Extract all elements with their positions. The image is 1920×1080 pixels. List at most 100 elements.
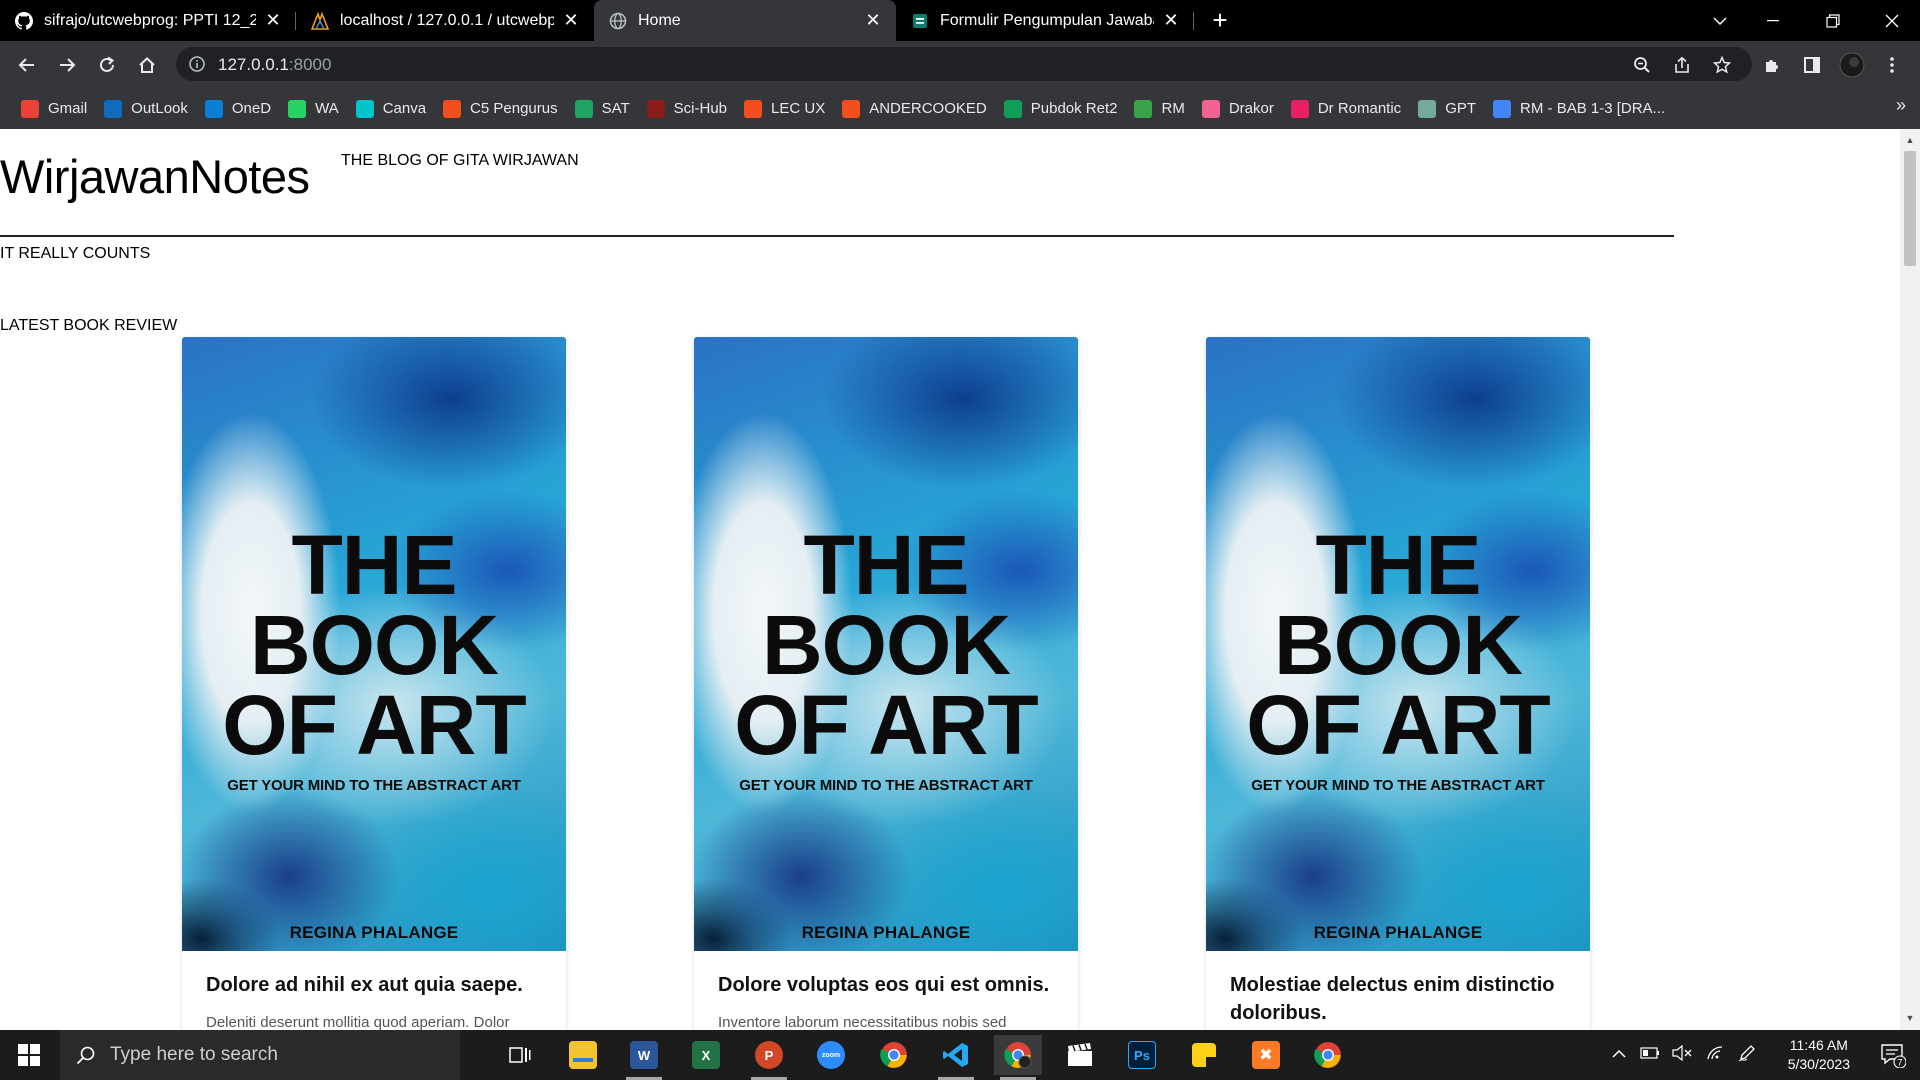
reload-button[interactable]: [92, 50, 122, 80]
scroll-down-icon[interactable]: ▼: [1905, 1013, 1915, 1023]
bookmark-item[interactable]: ANDERCOOKED: [835, 94, 994, 124]
notification-center-icon[interactable]: 7: [1878, 1040, 1908, 1070]
figma-icon: [842, 99, 861, 118]
speaker-muted-icon[interactable]: [1672, 1044, 1692, 1066]
share-icon[interactable]: [1667, 50, 1697, 80]
new-tab-button[interactable]: +: [1200, 0, 1240, 41]
sticky-notes-icon[interactable]: [1180, 1035, 1228, 1075]
close-icon[interactable]: ✕: [560, 10, 582, 32]
profile-avatar[interactable]: [1837, 50, 1867, 80]
card-title[interactable]: Molestiae delectus enim distinctio dolor…: [1230, 971, 1570, 1027]
site-brand[interactable]: WirjawanNotes: [0, 149, 310, 204]
restore-button[interactable]: [1803, 0, 1863, 41]
vscode-icon[interactable]: [932, 1035, 980, 1080]
bookmark-label: Sci-Hub: [673, 100, 728, 117]
search-icon: [76, 1045, 96, 1065]
task-view-icon[interactable]: [496, 1035, 544, 1075]
canva-icon: [355, 99, 374, 118]
bookmark-item[interactable]: SAT: [568, 94, 637, 124]
onedrive-icon: [204, 99, 223, 118]
side-panel-icon[interactable]: [1797, 50, 1827, 80]
tab-home[interactable]: Home ✕: [594, 0, 896, 41]
forward-button[interactable]: [52, 50, 82, 80]
bookmark-item[interactable]: C5 Pengurus: [436, 94, 565, 124]
chrome-alt-icon[interactable]: [1304, 1035, 1352, 1075]
bookmark-item[interactable]: GPT: [1411, 94, 1483, 124]
drive-icon: [574, 99, 593, 118]
pen-icon[interactable]: [1738, 1044, 1756, 1067]
zoom-icon[interactable]: zoom: [807, 1035, 855, 1075]
chrome-icon[interactable]: [870, 1035, 918, 1075]
bookmark-item[interactable]: Drakor: [1195, 94, 1281, 124]
scroll-up-icon[interactable]: ▲: [1905, 135, 1915, 145]
tab-github[interactable]: sifrajo/utcwebprog: PPTI 12_2502 ✕: [0, 0, 296, 41]
word-icon[interactable]: W: [620, 1035, 668, 1080]
card-title[interactable]: Dolore ad nihil ex aut quia saepe.: [206, 971, 546, 999]
home-button[interactable]: [132, 50, 162, 80]
drakor-icon: [1201, 99, 1220, 118]
powerpoint-icon[interactable]: P: [745, 1035, 793, 1080]
bookmark-item[interactable]: WA: [281, 94, 346, 124]
tab-forms[interactable]: Formulir Pengumpulan Jawaban Ujian ✕: [896, 0, 1194, 41]
battery-icon[interactable]: [1640, 1046, 1660, 1064]
file-explorer-icon[interactable]: [559, 1035, 607, 1075]
bookmark-label: RM - BAB 1-3 [DRA...: [1520, 100, 1666, 117]
bookmark-item[interactable]: Sci-Hub: [640, 94, 734, 124]
bookmarks-bar: Gmail OutLook OneD WA Canva C5 Pengurus SAT Sci…: [0, 88, 1920, 129]
bookmark-item[interactable]: Dr Romantic: [1284, 94, 1408, 124]
taskbar-search-input[interactable]: Type here to search: [60, 1030, 460, 1080]
address-bar[interactable]: 127.0.0.1:8000: [176, 47, 1752, 81]
bookmark-label: ANDERCOOKED: [869, 100, 987, 117]
start-button[interactable]: [0, 1030, 58, 1080]
cover-subtitle: GET YOUR MIND TO THE ABSTRACT ART: [227, 777, 521, 794]
back-button[interactable]: [12, 50, 42, 80]
zoom-icon[interactable]: [1627, 50, 1657, 80]
close-window-button[interactable]: [1862, 0, 1920, 41]
bookmarks-overflow-icon[interactable]: »: [1896, 95, 1906, 116]
card-excerpt: Deleniti deserunt mollitia quod aperiam.…: [206, 1014, 510, 1030]
section-title: LATEST BOOK REVIEW: [0, 317, 178, 334]
xampp-icon[interactable]: ✖: [1242, 1035, 1290, 1075]
cover-author: REGINA PHALANGE: [1313, 923, 1483, 942]
excel-icon[interactable]: X: [682, 1035, 730, 1075]
bookmark-star-icon[interactable]: [1707, 50, 1737, 80]
bookmark-item[interactable]: Canva: [349, 94, 433, 124]
bookmark-item[interactable]: Pubdok Ret2: [997, 94, 1125, 124]
bookmark-item[interactable]: LEC UX: [737, 94, 832, 124]
photoshop-icon[interactable]: Ps: [1118, 1035, 1166, 1075]
clock-date: 5/30/2023: [1787, 1056, 1850, 1072]
site-info-icon[interactable]: [188, 55, 206, 78]
bookmark-item[interactable]: RM - BAB 1-3 [DRA...: [1486, 94, 1672, 124]
book-card[interactable]: THE BOOK OF ART GET YOUR MIND TO THE ABS…: [694, 337, 1078, 1030]
bookmark-item[interactable]: OneD: [198, 94, 278, 124]
scrollbar-thumb[interactable]: [1904, 151, 1916, 266]
notification-count: 7: [1897, 1058, 1902, 1068]
clapper-icon[interactable]: [1056, 1035, 1104, 1075]
close-icon[interactable]: ✕: [862, 10, 884, 32]
page-scrollbar[interactable]: ▲ ▼: [1900, 129, 1920, 1030]
card-title[interactable]: Dolore voluptas eos qui est omnis.: [718, 971, 1058, 999]
cover-title-line: OF ART: [1246, 678, 1551, 772]
taskbar-clock[interactable]: 11:46 AM 5/30/2023: [1788, 1036, 1850, 1074]
cover-title-line: THE: [803, 518, 970, 612]
book-cover-image: THE BOOK OF ART GET YOUR MIND TO THE ABS…: [694, 337, 1078, 951]
windows-taskbar: Type here to search W X P zoom Ps ✖ 11:4…: [0, 1030, 1920, 1080]
close-icon[interactable]: ✕: [262, 10, 284, 32]
chrome-profile-icon[interactable]: [994, 1035, 1042, 1080]
chevron-up-icon[interactable]: [1612, 1046, 1626, 1064]
wifi-icon[interactable]: [1706, 1045, 1724, 1066]
menu-kebab-icon[interactable]: [1877, 50, 1907, 80]
bookmark-item[interactable]: RM: [1127, 94, 1191, 124]
outlook-icon: [104, 99, 123, 118]
minimize-button[interactable]: [1743, 0, 1803, 41]
bookmark-item[interactable]: OutLook: [97, 94, 195, 124]
tab-search-button[interactable]: [1690, 0, 1750, 41]
extensions-icon[interactable]: [1757, 50, 1787, 80]
close-icon[interactable]: ✕: [1160, 10, 1182, 32]
book-card[interactable]: THE BOOK OF ART GET YOUR MIND TO THE ABS…: [1206, 337, 1590, 1030]
book-card[interactable]: THE BOOK OF ART GET YOUR MIND TO THE ABS…: [182, 337, 566, 1030]
globe-icon: [608, 11, 628, 31]
tab-phpmyadmin[interactable]: localhost / 127.0.0.1 / utcwebprog ✕: [296, 0, 594, 41]
cover-subtitle: GET YOUR MIND TO THE ABSTRACT ART: [1251, 777, 1545, 794]
bookmark-item[interactable]: Gmail: [14, 94, 94, 124]
